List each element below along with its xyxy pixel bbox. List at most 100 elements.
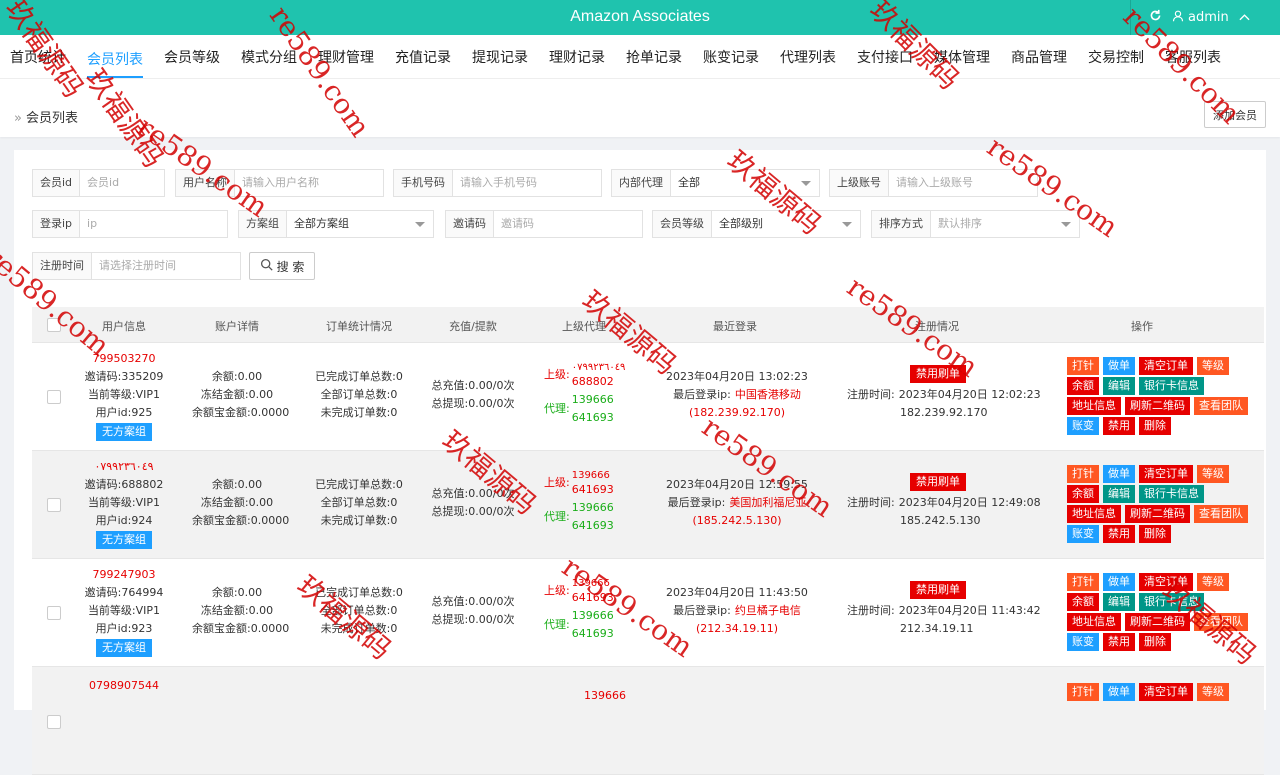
tab-trade-control[interactable]: 交易控制 [1088,35,1144,79]
tab-member-list[interactable]: 会员列表 [87,40,143,78]
clear-orders-button[interactable]: 清空订单 [1139,573,1193,591]
reg-ip: 185.242.5.130 [900,514,981,527]
invite-code-label: 邀请码 [446,211,494,237]
tab-agent-list[interactable]: 代理列表 [780,35,836,79]
plan-group-badge[interactable]: 无方案组 [96,423,152,441]
balance-button[interactable]: 余额 [1067,377,1099,395]
member-level-select[interactable]: 全部级别 [712,211,860,237]
delete-button[interactable]: 删除 [1139,525,1171,543]
refresh-qrcode-button[interactable]: 刷新二维码 [1125,505,1190,523]
level-button[interactable]: 等级 [1197,573,1229,591]
ban-order-badge[interactable]: 禁用刷单 [910,473,966,491]
login-ip-input[interactable]: ip [80,211,227,237]
refresh-icon[interactable] [1149,9,1162,26]
search-button[interactable]: 搜 索 [249,252,315,280]
parent-account-label: 上级账号 [830,170,889,196]
user-icon[interactable] [1172,10,1184,26]
tab-home-stats[interactable]: 首页统计 [10,35,66,79]
row-checkbox[interactable] [47,606,61,620]
plan-group-badge[interactable]: 无方案组 [96,639,152,657]
view-team-button[interactable]: 查看团队 [1194,397,1248,415]
address-button[interactable]: 地址信息 [1067,613,1121,631]
account-change-button[interactable]: 账变 [1067,417,1099,435]
row-checkbox[interactable] [47,498,61,512]
balance-button[interactable]: 余额 [1067,593,1099,611]
delete-button[interactable]: 删除 [1139,417,1171,435]
level-button[interactable]: 等级 [1197,683,1229,701]
tab-media-management[interactable]: 媒体管理 [934,35,990,79]
edit-button[interactable]: 编辑 [1103,485,1135,503]
parent-account-line2: 641693 [571,591,614,604]
edit-button[interactable]: 编辑 [1103,593,1135,611]
refresh-qrcode-button[interactable]: 刷新二维码 [1125,397,1190,415]
add-member-button[interactable]: 添加会员 [1204,101,1266,128]
make-order-button[interactable]: 做单 [1103,573,1135,591]
inject-button[interactable]: 打针 [1067,357,1099,375]
username-input[interactable]: 请输入用户名称 [235,170,383,196]
clear-orders-button[interactable]: 清空订单 [1139,357,1193,375]
disable-button[interactable]: 禁用 [1103,633,1135,651]
level-button[interactable]: 等级 [1197,465,1229,483]
agent-account-line1: 139666 [571,393,614,406]
row-checkbox[interactable] [47,390,61,404]
member-id-input[interactable]: 会员id [80,170,164,196]
account-change-button[interactable]: 账变 [1067,633,1099,651]
ban-order-badge-wrap: 禁用刷单 [910,581,966,599]
make-order-button[interactable]: 做单 [1103,683,1135,701]
tab-finance-records[interactable]: 理财记录 [549,35,605,79]
internal-agent-select[interactable]: 全部 [671,170,819,196]
tab-account-change-records[interactable]: 账变记录 [703,35,759,79]
plan-group-select[interactable]: 全部方案组 [287,211,433,237]
inject-button[interactable]: 打针 [1067,683,1099,701]
username[interactable]: admin [1188,10,1229,25]
parent-account-input[interactable]: 请输入上级账号 [889,170,1037,196]
tab-member-levels[interactable]: 会员等级 [164,35,220,79]
ban-order-badge[interactable]: 禁用刷单 [910,581,966,599]
agent-account-line2: 641693 [571,627,614,640]
refresh-qrcode-button[interactable]: 刷新二维码 [1125,613,1190,631]
view-team-button[interactable]: 查看团队 [1194,505,1248,523]
address-button[interactable]: 地址信息 [1067,397,1121,415]
make-order-button[interactable]: 做单 [1103,465,1135,483]
login-ip: (182.239.92.170) [688,406,786,419]
invite-code-input[interactable]: 邀请码 [494,211,642,237]
sort-select[interactable]: 默认排序 [931,211,1079,237]
user-info-cell: ٠٧٩٩٢٣٦٠٤٩ 邀请码:688802 当前等级:VIP1 用户id:924… [80,458,168,549]
chevron-up-icon[interactable] [1239,10,1250,25]
tab-payment-interface[interactable]: 支付接口 [857,35,913,79]
make-order-button[interactable]: 做单 [1103,357,1135,375]
account-detail-cell: 余额:0.00 冻结金额:0.00 余额宝金额:0.0000 [192,368,289,422]
address-button[interactable]: 地址信息 [1067,505,1121,523]
internal-agent-label: 内部代理 [612,170,671,196]
disable-button[interactable]: 禁用 [1103,417,1135,435]
tab-order-grab-records[interactable]: 抢单记录 [626,35,682,79]
level-button[interactable]: 等级 [1197,357,1229,375]
inject-button[interactable]: 打针 [1067,465,1099,483]
inject-button[interactable]: 打针 [1067,573,1099,591]
tab-service-list[interactable]: 客服列表 [1165,35,1221,79]
yeb-amount: 余额宝金额:0.0000 [192,622,290,635]
tab-product-management[interactable]: 商品管理 [1011,35,1067,79]
row-checkbox[interactable] [47,715,61,729]
view-team-button[interactable]: 查看团队 [1194,613,1248,631]
plan-group-badge[interactable]: 无方案组 [96,531,152,549]
tab-withdraw-records[interactable]: 提现记录 [472,35,528,79]
select-all-checkbox[interactable] [47,318,61,332]
bank-card-button[interactable]: 银行卡信息 [1139,377,1204,395]
ban-order-badge[interactable]: 禁用刷单 [910,365,966,383]
phone-input[interactable]: 请输入手机号码 [453,170,601,196]
disable-button[interactable]: 禁用 [1103,525,1135,543]
clear-orders-button[interactable]: 清空订单 [1139,683,1193,701]
edit-button[interactable]: 编辑 [1103,377,1135,395]
reg-time-input[interactable]: 请选择注册时间 [92,253,240,279]
delete-button[interactable]: 删除 [1139,633,1171,651]
bank-card-button[interactable]: 银行卡信息 [1139,593,1204,611]
account-change-button[interactable]: 账变 [1067,525,1099,543]
clear-orders-button[interactable]: 清空订单 [1139,465,1193,483]
uncompleted-orders: 未完成订单数:0 [320,406,398,419]
bank-card-button[interactable]: 银行卡信息 [1139,485,1204,503]
tab-finance-management[interactable]: 理财管理 [318,35,374,79]
tab-mode-groups[interactable]: 模式分组 [241,35,297,79]
tab-recharge-records[interactable]: 充值记录 [395,35,451,79]
balance-button[interactable]: 余额 [1067,485,1099,503]
